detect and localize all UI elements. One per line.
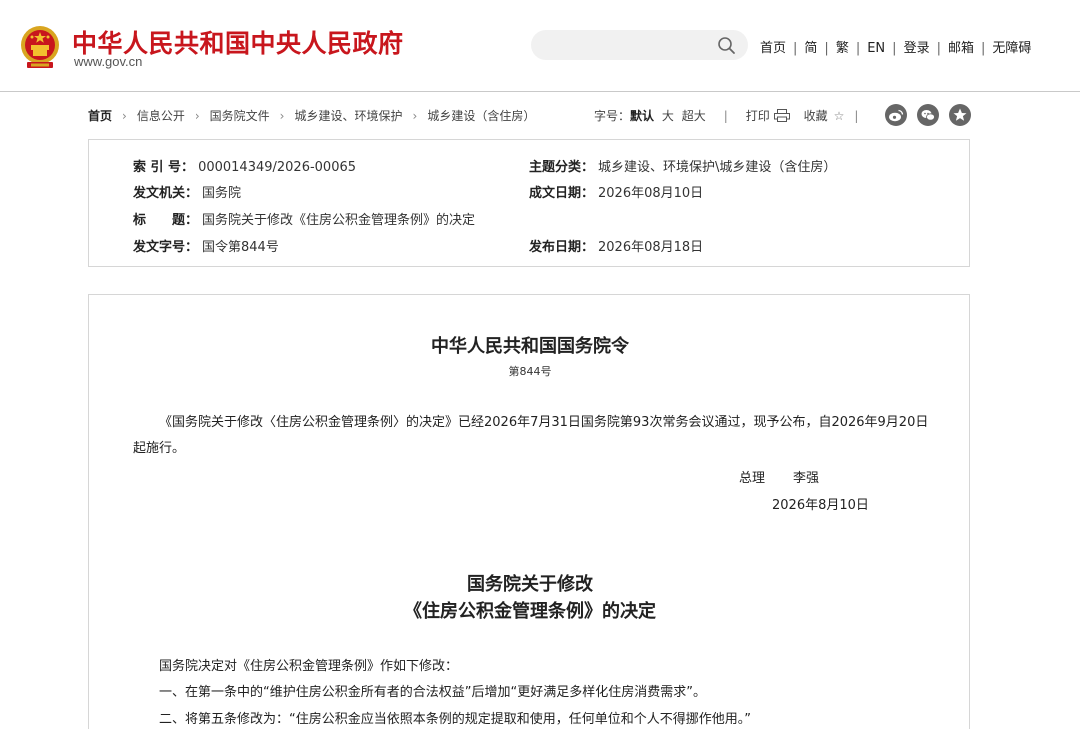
nav-home-link[interactable]: 首页 (760, 37, 786, 56)
font-size-xlarge[interactable]: 超大 (682, 109, 706, 123)
intro-paragraph-line2: 起施行。 (133, 441, 186, 456)
info-label: 索 引 号： (133, 160, 195, 175)
article-body: 中华人民共和国国务院令 第844号 《国务院关于修改〈住房公积金管理条例〉的决定… (88, 294, 970, 729)
font-size-label: 字号： (594, 109, 631, 123)
article-tools: 字号：默认 大 超大 | 打印 收藏 ☆ | (594, 107, 868, 124)
search-input[interactable] (543, 35, 713, 55)
wechat-icon[interactable] (917, 104, 939, 126)
order-number: 第844号 (508, 365, 552, 378)
info-value: 国务院 (202, 186, 242, 201)
order-title: 中华人民共和国国务院令 (431, 336, 629, 357)
chevron-right-icon: › (194, 109, 200, 123)
site-url[interactable]: www.gov.cn (74, 54, 142, 69)
font-size-default[interactable]: 默认 (630, 109, 654, 123)
chevron-right-icon: › (412, 109, 418, 123)
print-label: 打印 (745, 109, 770, 123)
signer-role: 总理 (739, 471, 766, 486)
nav-simplified-link[interactable]: 简 (804, 37, 817, 56)
nav-separator: | (936, 41, 941, 56)
favorite-label: 收藏 (803, 109, 828, 123)
printer-icon (773, 109, 790, 122)
breadcrumb-item[interactable]: 城乡建设（含住房） (427, 109, 535, 123)
tools-separator: | (723, 109, 728, 123)
search-box[interactable] (531, 30, 748, 60)
info-written-date: 成文日期： 2026年08月10日 (529, 182, 703, 201)
info-value: 国务院关于修改《住房公积金管理条例》的决定 (202, 213, 476, 228)
favorite-button[interactable]: 收藏 ☆ (804, 109, 845, 123)
info-title: 标 题： 国务院关于修改《住房公积金管理条例》的决定 (133, 209, 475, 228)
print-button[interactable]: 打印 (746, 109, 790, 123)
breadcrumb-item[interactable]: 城乡建设、环境保护 (294, 109, 402, 123)
info-value: 国令第844号 (202, 240, 279, 255)
tools-separator: | (854, 109, 859, 123)
info-doc-number: 发文字号： 国令第844号 (133, 236, 279, 255)
star-icon: ☆ (833, 109, 845, 123)
info-value: 城乡建设、环境保护\城乡建设（含住房） (598, 160, 837, 175)
info-label: 发布日期： (529, 240, 595, 255)
document-info-box: 索 引 号： 000014349/2026-00065 主题分类： 城乡建设、环境保… (88, 139, 970, 267)
info-label: 发文字号： (133, 240, 199, 255)
body-paragraph: 国务院决定对《住房公积金管理条例》作如下修改： (159, 659, 459, 674)
chevron-right-icon: › (279, 109, 285, 123)
font-size-large[interactable]: 大 (662, 109, 674, 123)
nav-login-link[interactable]: 登录 (904, 37, 930, 56)
nav-accessibility-link[interactable]: 无障碍 (992, 37, 1031, 56)
info-publish-date: 发布日期： 2026年08月18日 (529, 236, 703, 255)
nav-separator: | (892, 41, 897, 56)
info-value: 000014349/2026-00065 (198, 160, 357, 175)
breadcrumb-item[interactable]: 信息公开 (137, 109, 185, 123)
sign-date: 2026年8月10日 (772, 498, 869, 513)
star-share-icon[interactable] (949, 104, 971, 126)
info-label: 主题分类： (529, 160, 595, 175)
national-emblem-icon[interactable] (19, 25, 61, 69)
nav-mail-link[interactable]: 邮箱 (948, 37, 974, 56)
breadcrumb: 首页 › 信息公开 › 国务院文件 › 城乡建设、环境保护 › 城乡建设（含住房） (88, 107, 535, 124)
top-nav: 首页 | 简 | 繁 | EN | 登录 | 邮箱 | 无障碍 (760, 37, 1031, 56)
intro-paragraph-line1: 《国务院关于修改〈住房公积金管理条例〉的决定》已经2026年7月31日国务院第9… (159, 415, 929, 430)
decision-title-line2: 《住房公积金管理条例》的决定 (404, 601, 656, 622)
nav-separator: | (793, 41, 798, 56)
nav-separator: | (855, 41, 861, 56)
decision-title-line1: 国务院关于修改 (467, 574, 593, 595)
nav-separator: | (980, 41, 986, 56)
info-label: 发文机关： (133, 186, 199, 201)
info-label: 成文日期： (529, 186, 595, 201)
nav-separator: | (824, 41, 829, 56)
info-label: 标 题： (133, 213, 199, 228)
nav-traditional-link[interactable]: 繁 (836, 37, 849, 56)
info-issuer: 发文机关： 国务院 (133, 182, 241, 201)
body-paragraph: 一、在第一条中的“维护住房公积金所有者的合法权益”后增加“更好满足多样化住房消费… (159, 685, 706, 700)
site-header: 中华人民共和国中央人民政府 www.gov.cn 首页 | 简 | 繁 | EN | 登录 | 邮箱… (0, 0, 1080, 92)
info-category: 主题分类： 城乡建设、环境保护\城乡建设（含住房） (529, 156, 836, 175)
search-icon[interactable] (717, 36, 736, 55)
signer-name: 李强 (793, 471, 820, 486)
body-paragraph: 二、将第五条修改为：“住房公积金应当依照本条例的规定提取和使用，任何单位和个人不… (159, 712, 751, 727)
breadcrumb-home[interactable]: 首页 (88, 109, 112, 123)
chevron-right-icon: › (122, 109, 127, 123)
nav-english-link[interactable]: EN (867, 41, 885, 56)
weibo-icon[interactable] (885, 104, 907, 126)
info-value: 2026年08月18日 (598, 240, 704, 255)
breadcrumb-item[interactable]: 国务院文件 (210, 109, 270, 123)
info-value: 2026年08月10日 (598, 186, 704, 201)
info-index: 索 引 号： 000014349/2026-00065 (133, 156, 356, 175)
